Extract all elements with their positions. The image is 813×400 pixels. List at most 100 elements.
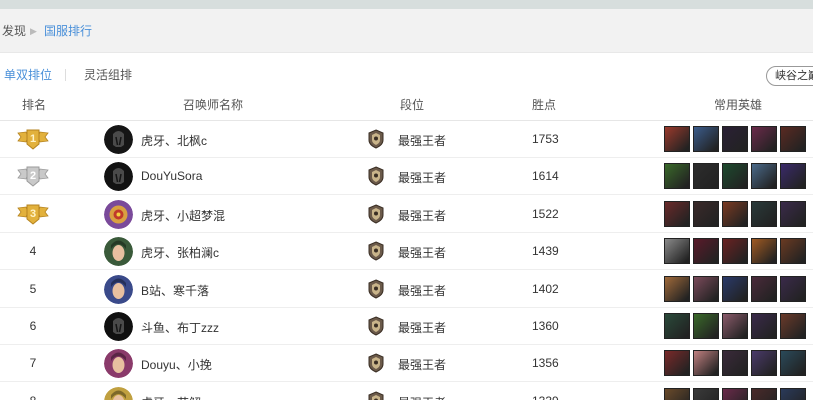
- avatar[interactable]: [104, 386, 133, 400]
- col-header-tier: 段位: [400, 98, 425, 112]
- league-points: 1356: [532, 356, 559, 371]
- league-points: 1522: [532, 206, 559, 221]
- tier-icon: [367, 391, 385, 400]
- champion-icon[interactable]: [780, 387, 806, 400]
- champion-icon[interactable]: [780, 350, 806, 377]
- summoner-name[interactable]: 斗鱼、布丁zzz: [141, 319, 219, 336]
- table-row[interactable]: 1 虎牙、北枫c 最强王者 1753: [0, 121, 813, 158]
- tier-label: 最强王者: [398, 358, 447, 373]
- champion-icon[interactable]: [722, 350, 748, 377]
- summoner-name[interactable]: 虎牙、花解: [141, 394, 201, 400]
- league-points: 1614: [532, 169, 559, 184]
- breadcrumb-arrow-icon: ▶: [30, 26, 37, 36]
- champion-icon[interactable]: [664, 238, 690, 265]
- tier-label: 最强王者: [398, 246, 447, 261]
- rank-number: 8: [26, 394, 40, 400]
- avatar[interactable]: [104, 312, 133, 341]
- top-banner-strip: [0, 0, 813, 9]
- col-header-heroes: 常用英雄: [714, 98, 763, 112]
- table-row[interactable]: 2 DouYuSora 最强王者 1614: [0, 158, 813, 196]
- champion-icon[interactable]: [664, 163, 690, 190]
- champion-icon[interactable]: [751, 387, 777, 400]
- table-row[interactable]: 4 虎牙、张柏澜c 最强王者 1439: [0, 233, 813, 271]
- champion-icon[interactable]: [693, 313, 719, 339]
- champion-icon[interactable]: [780, 200, 806, 227]
- tier-label: 最强王者: [398, 321, 447, 335]
- champion-icon[interactable]: [693, 350, 719, 377]
- table-row[interactable]: 5 B站、寒千落 最强王者 1402: [0, 271, 813, 308]
- champion-icon[interactable]: [751, 163, 777, 190]
- champion-icon[interactable]: [664, 350, 690, 377]
- league-points: 1439: [532, 244, 559, 259]
- champion-icon[interactable]: [751, 350, 777, 377]
- col-header-points: 胜点: [532, 98, 557, 112]
- champion-icon[interactable]: [722, 238, 748, 265]
- summoner-name[interactable]: 虎牙、小超梦混: [141, 207, 225, 224]
- champion-icon[interactable]: [722, 126, 748, 152]
- rank-number: 7: [29, 356, 37, 371]
- avatar[interactable]: [104, 237, 133, 267]
- summoner-name[interactable]: DouYuSora: [141, 169, 202, 183]
- tab-solo-duo[interactable]: 单双排位: [4, 68, 52, 82]
- champion-icon[interactable]: [664, 126, 690, 152]
- champion-icon[interactable]: [722, 313, 748, 339]
- champion-icon[interactable]: [751, 238, 777, 265]
- tier-label: 最强王者: [398, 283, 447, 298]
- medal-rank-text: 1: [30, 133, 36, 145]
- tier-icon: [367, 316, 385, 336]
- champion-icon[interactable]: [722, 200, 748, 227]
- rank-number: 4: [29, 244, 37, 259]
- champion-icon[interactable]: [780, 126, 806, 152]
- champion-icon[interactable]: [780, 238, 806, 265]
- champion-icon[interactable]: [780, 163, 806, 190]
- summoner-name[interactable]: B站、寒千落: [141, 282, 209, 299]
- avatar[interactable]: [104, 125, 133, 154]
- league-points: 1402: [532, 281, 559, 296]
- league-points: 1753: [532, 132, 559, 146]
- rank-number: 5: [29, 281, 37, 296]
- champion-icon[interactable]: [751, 126, 777, 152]
- champion-icon[interactable]: [751, 275, 777, 302]
- champion-icon[interactable]: [693, 275, 719, 302]
- tier-icon: [367, 204, 385, 224]
- avatar[interactable]: [104, 199, 133, 229]
- champion-icon[interactable]: [722, 163, 748, 190]
- summoner-name[interactable]: 虎牙、张柏澜c: [141, 244, 219, 261]
- avatar[interactable]: [104, 162, 133, 192]
- server-select-button[interactable]: 峡谷之巅: [766, 66, 813, 86]
- champion-icon[interactable]: [664, 313, 690, 339]
- medal-rank-text: 2: [30, 170, 36, 182]
- rank-medal-icon: 2: [17, 165, 49, 188]
- champion-icon[interactable]: [751, 200, 777, 227]
- table-row[interactable]: 3 虎牙、小超梦混 最强王者 1522: [0, 196, 813, 233]
- breadcrumb: 发现 ▶ 国服排行: [0, 9, 813, 53]
- avatar[interactable]: [104, 349, 133, 379]
- breadcrumb-discover[interactable]: 发现: [2, 23, 26, 39]
- champion-icon[interactable]: [780, 313, 806, 339]
- champion-icon[interactable]: [664, 387, 690, 400]
- rank-medal-icon: 1: [17, 128, 49, 150]
- champion-icon[interactable]: [780, 275, 806, 302]
- champion-icon[interactable]: [722, 387, 748, 400]
- tab-flex[interactable]: 灵活组排: [84, 68, 132, 82]
- champion-icon[interactable]: [751, 313, 777, 339]
- champion-icon[interactable]: [722, 275, 748, 302]
- col-header-rank: 排名: [22, 98, 47, 112]
- summoner-name[interactable]: 虎牙、北枫c: [141, 132, 207, 149]
- avatar[interactable]: [104, 274, 133, 304]
- summoner-name[interactable]: Douyu、小挽: [141, 356, 212, 373]
- rank-number: 6: [29, 319, 37, 333]
- table-row[interactable]: 8 虎牙、花解 最强王者 1339: [0, 383, 813, 400]
- champion-icon[interactable]: [693, 238, 719, 265]
- tab-divider: [65, 69, 66, 81]
- table-row[interactable]: 6 斗鱼、布丁zzz 最强王者 1360: [0, 308, 813, 345]
- champion-icon[interactable]: [664, 200, 690, 227]
- table-row[interactable]: 7 Douyu、小挽 最强王者 1356: [0, 345, 813, 383]
- league-points: 1360: [532, 319, 559, 333]
- champion-icon[interactable]: [693, 126, 719, 152]
- champion-icon[interactable]: [693, 387, 719, 400]
- tier-icon: [367, 279, 385, 299]
- champion-icon[interactable]: [693, 163, 719, 190]
- champion-icon[interactable]: [664, 275, 690, 302]
- champion-icon[interactable]: [693, 200, 719, 227]
